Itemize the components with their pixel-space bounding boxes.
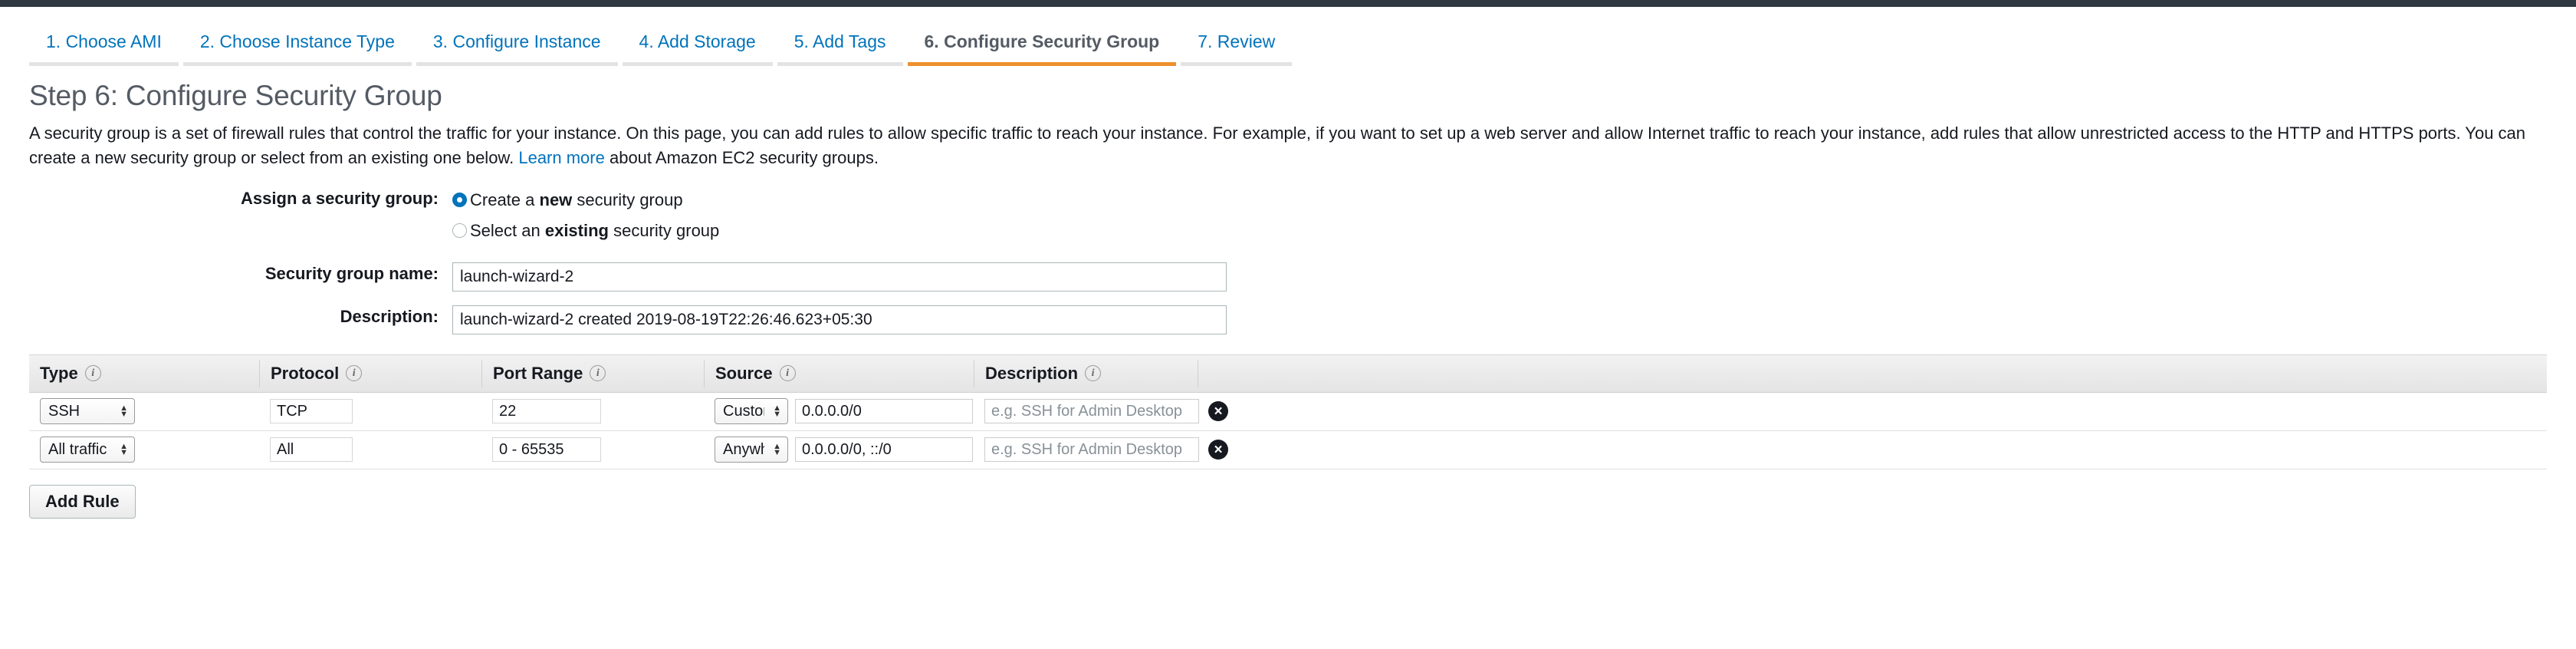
wizard-step-6[interactable]: 6. Configure Security Group bbox=[908, 30, 1177, 66]
security-group-form: Assign a security group: Create a new se… bbox=[0, 187, 2576, 334]
rule-protocol-cell bbox=[259, 392, 481, 430]
column-header-port-range-label: Port Range bbox=[493, 364, 583, 384]
wizard-step-5[interactable]: 5. Add Tags bbox=[777, 30, 903, 66]
table-row: All traffic ▲▼ Anywhere ▲▼ × bbox=[29, 431, 2547, 469]
description-info-icon[interactable]: i bbox=[1085, 365, 1101, 381]
radio-select-existing-label: Select an existing security group bbox=[470, 218, 719, 244]
rule-type-select-wrap: SSH ▲▼ bbox=[40, 398, 135, 424]
table-row: SSH ▲▼ Custom ▲▼ × bbox=[29, 393, 2547, 431]
rule-type-cell: SSH ▲▼ bbox=[29, 392, 259, 430]
rule-source-cell: Anywhere ▲▼ bbox=[704, 430, 974, 469]
security-rules-table: Type i Protocol i Port Range i Source i … bbox=[29, 354, 2547, 469]
delete-rule-icon-0[interactable]: × bbox=[1208, 401, 1228, 421]
rule-source-select-1[interactable]: Anywhere bbox=[715, 437, 788, 463]
rule-type-select-1[interactable]: All traffic bbox=[40, 437, 135, 463]
radio-select-existing-icon[interactable] bbox=[452, 223, 467, 238]
rules-table-header: Type i Protocol i Port Range i Source i … bbox=[29, 354, 2547, 393]
wizard-step-7[interactable]: 7. Review bbox=[1181, 30, 1292, 66]
rule-source-cell: Custom ▲▼ bbox=[704, 392, 974, 430]
rule-type-select-wrap: All traffic ▲▼ bbox=[40, 437, 135, 463]
column-header-source: Source i bbox=[704, 360, 974, 387]
rule-description-input-1[interactable] bbox=[984, 437, 1199, 462]
column-header-description: Description i bbox=[974, 360, 1198, 387]
add-rule-button[interactable]: Add Rule bbox=[29, 485, 136, 519]
security-group-name-input[interactable] bbox=[452, 262, 1227, 292]
security-group-description-label: Description: bbox=[0, 305, 452, 328]
intro-text-after-link: about Amazon EC2 security groups. bbox=[605, 148, 879, 167]
rule-delete-cell: × bbox=[1198, 430, 1251, 469]
wizard-step-4[interactable]: 4. Add Storage bbox=[623, 30, 773, 66]
radio-option-select-existing[interactable]: Select an existing security group bbox=[452, 218, 719, 244]
rule-protocol-input-1 bbox=[270, 437, 353, 462]
column-header-port-range: Port Range i bbox=[481, 360, 704, 387]
rule-source-select-0[interactable]: Custom bbox=[715, 398, 788, 424]
wizard-step-2[interactable]: 2. Choose Instance Type bbox=[183, 30, 412, 66]
learn-more-link[interactable]: Learn more bbox=[518, 148, 605, 167]
column-header-type-label: Type bbox=[40, 364, 78, 384]
column-header-protocol: Protocol i bbox=[259, 360, 481, 387]
rule-port-range-input-1 bbox=[492, 437, 601, 462]
security-group-name-label: Security group name: bbox=[0, 262, 452, 285]
assign-security-group-options: Create a new security group Select an ex… bbox=[452, 187, 719, 249]
wizard-step-nav: 1. Choose AMI 2. Choose Instance Type 3.… bbox=[0, 16, 2576, 66]
rule-source-select-wrap: Anywhere ▲▼ bbox=[715, 437, 788, 463]
wizard-step-3[interactable]: 3. Configure Instance bbox=[416, 30, 618, 66]
top-chrome-bar bbox=[0, 0, 2576, 7]
radio-create-new-label: Create a new security group bbox=[470, 187, 683, 213]
security-group-name-row: Security group name: bbox=[0, 262, 2576, 292]
rule-source-value-input-1[interactable] bbox=[795, 437, 973, 462]
assign-security-group-label: Assign a security group: bbox=[0, 187, 452, 210]
radio-option-create-new[interactable]: Create a new security group bbox=[452, 187, 719, 213]
rule-source-value-input-0[interactable] bbox=[795, 399, 973, 423]
rule-protocol-input-0 bbox=[270, 399, 353, 423]
source-info-icon[interactable]: i bbox=[780, 365, 796, 381]
rule-port-range-cell bbox=[481, 392, 704, 430]
radio-create-new-icon[interactable] bbox=[452, 193, 467, 207]
port-range-info-icon[interactable]: i bbox=[590, 365, 606, 381]
rule-description-cell bbox=[974, 430, 1198, 469]
assign-security-group-row: Assign a security group: Create a new se… bbox=[0, 187, 2576, 249]
rule-type-select-0[interactable]: SSH bbox=[40, 398, 135, 424]
rule-protocol-cell bbox=[259, 430, 481, 469]
security-group-description-input[interactable] bbox=[452, 305, 1227, 334]
protocol-info-icon[interactable]: i bbox=[346, 365, 362, 381]
page-title: Step 6: Configure Security Group bbox=[29, 80, 2576, 112]
rule-source-select-wrap: Custom ▲▼ bbox=[715, 398, 788, 424]
page-intro: A security group is a set of firewall ru… bbox=[29, 121, 2551, 170]
type-info-icon[interactable]: i bbox=[85, 365, 101, 381]
rule-type-cell: All traffic ▲▼ bbox=[29, 430, 259, 469]
security-group-description-row: Description: bbox=[0, 305, 2576, 334]
column-header-protocol-label: Protocol bbox=[271, 364, 339, 384]
column-header-source-label: Source bbox=[715, 364, 773, 384]
rule-delete-cell: × bbox=[1198, 392, 1251, 430]
column-header-type: Type i bbox=[29, 360, 259, 387]
rule-port-range-input-0 bbox=[492, 399, 601, 423]
rule-description-cell bbox=[974, 392, 1198, 430]
column-header-actions bbox=[1198, 360, 1251, 387]
wizard-step-1[interactable]: 1. Choose AMI bbox=[29, 30, 179, 66]
intro-text-before-link: A security group is a set of firewall ru… bbox=[29, 124, 2525, 167]
delete-rule-icon-1[interactable]: × bbox=[1208, 440, 1228, 460]
rule-description-input-0[interactable] bbox=[984, 399, 1199, 423]
column-header-description-label: Description bbox=[985, 364, 1078, 384]
rule-port-range-cell bbox=[481, 430, 704, 469]
